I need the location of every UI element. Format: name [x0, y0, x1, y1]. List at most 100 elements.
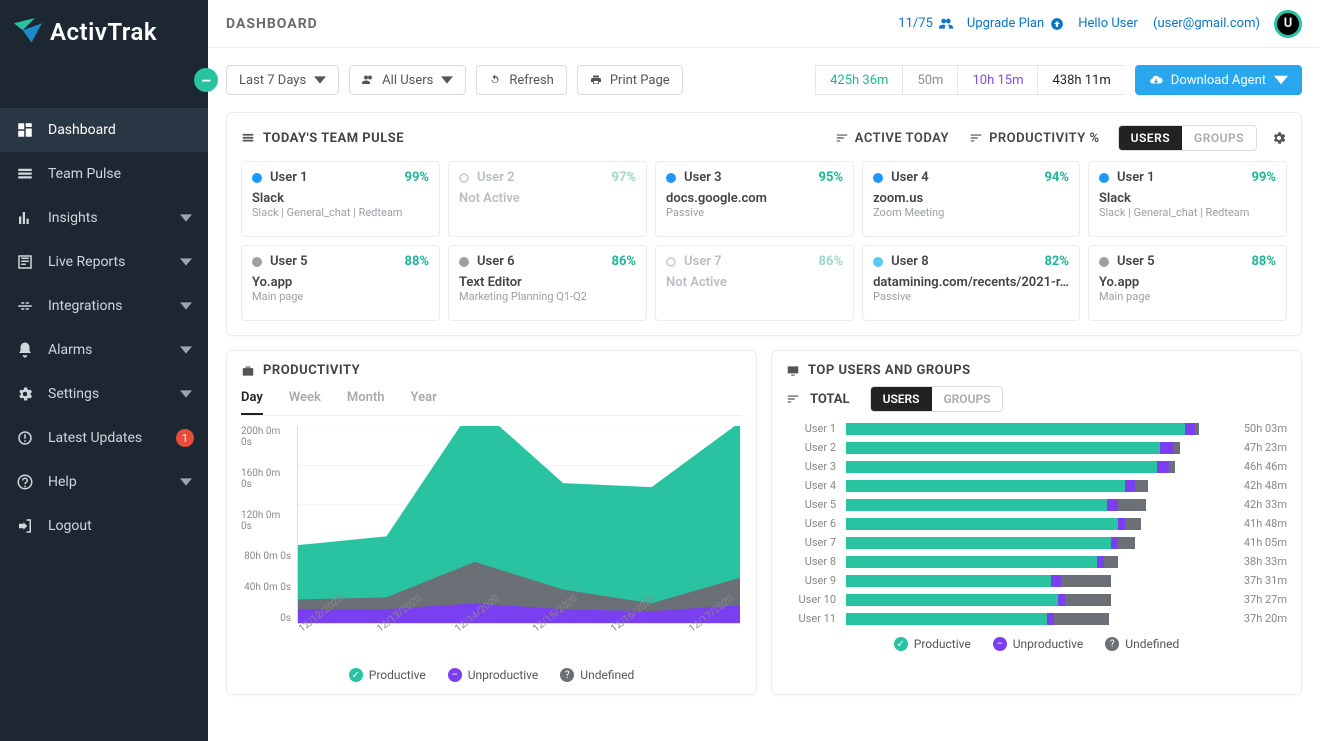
user-card[interactable]: User 588%Yo.appMain page	[241, 245, 440, 321]
productivity-chart: 200h 0m 0s160h 0m 0s120h 0m 0s80h 0m 0s4…	[241, 426, 742, 656]
sidebar-item-label: Logout	[48, 518, 92, 534]
top-user-row[interactable]: User 641h 48m	[786, 517, 1287, 530]
top-user-row[interactable]: User 741h 05m	[786, 536, 1287, 549]
user-name: User 2	[477, 170, 515, 185]
sidebar-item-label: Live Reports	[48, 254, 125, 270]
y-axis: 200h 0m 0s160h 0m 0s120h 0m 0s80h 0m 0s4…	[241, 426, 297, 624]
content: TODAY'S TEAM PULSE ACTIVE TODAY PRODUCTI…	[208, 112, 1320, 741]
sidebar-item-settings[interactable]: Settings	[0, 372, 208, 416]
top-user-time: 46h 46m	[1223, 460, 1287, 473]
user-app: Slack	[1099, 191, 1276, 206]
top-user-time: 42h 48m	[1223, 479, 1287, 492]
user-app: datamining.com/recents/2021-r…	[873, 275, 1069, 290]
sort-icon	[835, 131, 849, 145]
brand-text: ActivTrak	[50, 18, 157, 46]
user-app: Yo.app	[1099, 275, 1276, 290]
x-axis: 12/12/202012/13/202012/14/202012/15/2020…	[297, 626, 740, 656]
user-greeting[interactable]: Hello User (user@gmail.com)	[1078, 16, 1260, 31]
top-user-name: User 9	[786, 574, 836, 587]
segment-users[interactable]: USERS	[871, 387, 932, 411]
top-user-row[interactable]: User 1037h 27m	[786, 593, 1287, 606]
top-user-row[interactable]: User 346h 46m	[786, 460, 1287, 473]
tab-year[interactable]: Year	[411, 384, 437, 415]
tab-day[interactable]: Day	[241, 384, 263, 415]
top-user-row[interactable]: User 838h 33m	[786, 555, 1287, 568]
chevron-down-icon	[180, 388, 192, 400]
sidebar-collapse-button[interactable]: –	[194, 68, 218, 92]
avatar[interactable]: U	[1274, 10, 1302, 38]
nav-icon	[16, 209, 34, 227]
upgrade-plan-link[interactable]: Upgrade Plan	[967, 16, 1064, 31]
print-button[interactable]: Print Page	[577, 65, 683, 95]
sidebar-item-latest-updates[interactable]: Latest Updates 1	[0, 416, 208, 460]
user-card[interactable]: User 199%SlackSlack | General_chat | Red…	[1088, 161, 1287, 237]
top-user-row[interactable]: User 937h 31m	[786, 574, 1287, 587]
user-card[interactable]: User 588%Yo.appMain page	[1088, 245, 1287, 321]
caret-down-icon	[441, 74, 453, 86]
status-dot	[873, 173, 883, 183]
sidebar-item-alarms[interactable]: Alarms	[0, 328, 208, 372]
sidebar-item-help[interactable]: Help	[0, 460, 208, 504]
top-user-name: User 2	[786, 441, 836, 454]
user-card[interactable]: User 494%zoom.usZoom Meeting	[862, 161, 1080, 237]
sidebar-item-live-reports[interactable]: Live Reports	[0, 240, 208, 284]
user-name: User 1	[270, 170, 308, 185]
sidebar-item-team-pulse[interactable]: Team Pulse	[0, 152, 208, 196]
chevron-down-icon	[180, 476, 192, 488]
productivity-sort[interactable]: PRODUCTIVITY %	[969, 131, 1100, 146]
top-user-time: 37h 27m	[1223, 593, 1287, 606]
refresh-button[interactable]: Refresh	[476, 65, 566, 95]
gear-icon[interactable]	[1271, 130, 1287, 146]
status-dot	[252, 173, 262, 183]
top-user-row[interactable]: User 150h 03m	[786, 422, 1287, 435]
user-name: User 4	[891, 170, 929, 185]
sidebar-item-dashboard[interactable]: Dashboard	[0, 108, 208, 152]
status-dot	[459, 173, 469, 183]
tab-week[interactable]: Week	[289, 384, 321, 415]
top-user-row[interactable]: User 247h 23m	[786, 441, 1287, 454]
segment-groups[interactable]: GROUPS	[1182, 126, 1256, 150]
segment-groups[interactable]: GROUPS	[932, 387, 1003, 411]
team-pulse-card: TODAY'S TEAM PULSE ACTIVE TODAY PRODUCTI…	[226, 112, 1302, 336]
sidebar-item-insights[interactable]: Insights	[0, 196, 208, 240]
top-users-list: User 150h 03m User 247h 23m User 346h 46m U…	[786, 422, 1287, 625]
top-user-row[interactable]: User 1137h 20m	[786, 612, 1287, 625]
user-detail: Main page	[252, 290, 429, 303]
nav-icon	[16, 341, 34, 359]
chevron-down-icon	[180, 300, 192, 312]
time-stat: 425h 36m	[815, 65, 902, 95]
scope-dropdown[interactable]: All Users	[349, 65, 466, 95]
sidebar-item-integrations[interactable]: Integrations	[0, 284, 208, 328]
cloud-download-icon	[1149, 73, 1163, 87]
download-agent-button[interactable]: Download Agent	[1135, 65, 1302, 95]
segment-users[interactable]: USERS	[1119, 126, 1182, 150]
user-card[interactable]: User 686%Text EditorMarketing Planning Q…	[448, 245, 647, 321]
top-users-legend: Productive Unproductive Undefined	[786, 637, 1287, 651]
sidebar-item-logout[interactable]: Logout	[0, 504, 208, 548]
top-user-row[interactable]: User 542h 33m	[786, 498, 1287, 511]
user-pct: 88%	[404, 254, 429, 269]
user-card[interactable]: User 882%datamining.com/recents/2021-r…P…	[862, 245, 1080, 321]
productivity-tabs: Day Week Month Year	[241, 384, 742, 416]
caret-down-icon	[1274, 73, 1288, 87]
seats-indicator[interactable]: 11/75	[898, 16, 953, 31]
monitor-icon	[786, 364, 800, 378]
sidebar-item-label: Latest Updates	[48, 430, 142, 446]
date-range-dropdown[interactable]: Last 7 Days	[226, 65, 339, 95]
user-card[interactable]: User 395%docs.google.comPassive	[655, 161, 854, 237]
tab-month[interactable]: Month	[347, 384, 385, 415]
user-app: Not Active	[666, 275, 843, 290]
top-user-bar	[846, 575, 1213, 587]
status-dot	[666, 257, 676, 267]
user-card[interactable]: User 297%Not Active	[448, 161, 647, 237]
user-card[interactable]: User 786%Not Active	[655, 245, 854, 321]
sidebar-item-label: Help	[48, 474, 77, 490]
nav-icon	[16, 121, 34, 139]
badge: 1	[176, 429, 194, 447]
top-user-row[interactable]: User 4 42h 48m	[786, 479, 1287, 492]
user-card[interactable]: User 199%SlackSlack | General_chat | Red…	[241, 161, 440, 237]
active-today-sort[interactable]: ACTIVE TODAY	[835, 131, 949, 146]
sidebar-item-label: Alarms	[48, 342, 92, 358]
top-user-name: User 4	[786, 479, 836, 492]
sidebar-item-label: Dashboard	[48, 122, 116, 138]
